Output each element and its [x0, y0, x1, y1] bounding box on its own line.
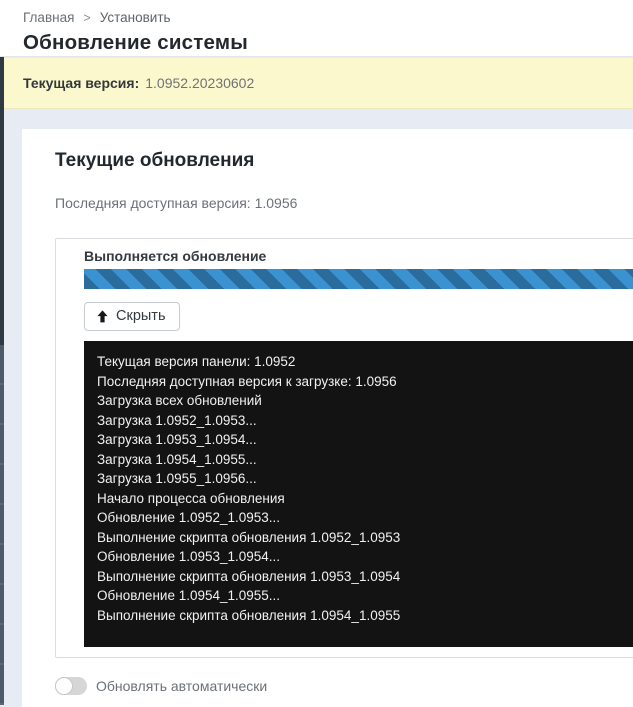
breadcrumb: Главная > Установить — [23, 10, 633, 25]
latest-version-text: Последняя доступная версия: 1.0956 — [55, 195, 298, 211]
background-gap — [0, 109, 633, 129]
page-title: Обновление системы — [23, 31, 248, 54]
auto-update-label: Обновлять автоматически — [96, 678, 268, 694]
breadcrumb-home-link[interactable]: Главная — [23, 10, 74, 25]
update-progress-bar — [84, 269, 633, 289]
auto-update-row: Обновлять автоматически — [55, 677, 633, 695]
breadcrumb-current[interactable]: Установить — [100, 10, 171, 25]
current-version-label: Текущая версия: — [23, 75, 140, 91]
current-version-value: 1.0952.20230602 — [145, 75, 255, 91]
hide-log-button-label: Скрыть — [116, 308, 166, 324]
updates-card: Текущие обновления Последняя доступная в… — [22, 129, 633, 707]
sidebar-edge-items-segment — [0, 345, 4, 705]
hide-log-button[interactable]: Скрыть — [84, 302, 180, 331]
arrow-up-icon — [96, 309, 109, 323]
toggle-knob — [55, 677, 73, 695]
update-log-console: Текущая версия панели: 1.0952 Последняя … — [84, 341, 633, 647]
card-title: Текущие обновления — [55, 150, 255, 171]
page-header: Главная > Установить Обновление системы — [0, 0, 633, 57]
update-status-label: Выполняется обновление — [84, 248, 267, 264]
sidebar-edge — [0, 57, 4, 705]
auto-update-toggle[interactable] — [55, 677, 87, 695]
breadcrumb-separator: > — [83, 10, 91, 25]
update-progress-panel: Выполняется обновление Скрыть Текущая ве… — [55, 238, 633, 658]
current-version-alert: Текущая версия: 1.0952.20230602 — [4, 57, 633, 109]
sidebar-edge-dark-segment — [0, 57, 4, 345]
